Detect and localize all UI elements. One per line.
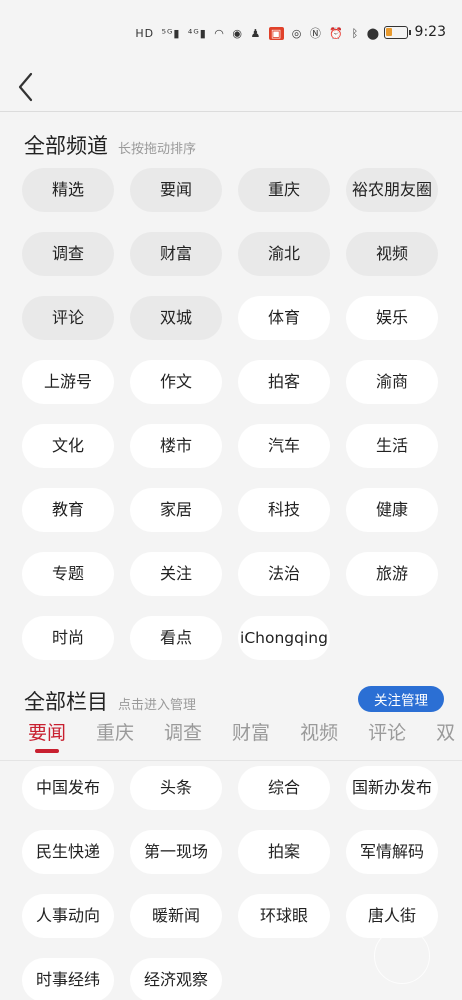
floating-action-button[interactable]: [374, 928, 430, 984]
channel-chip[interactable]: 关注: [130, 552, 222, 596]
column-chip[interactable]: 人事动向: [22, 894, 114, 938]
channel-chip[interactable]: 科技: [238, 488, 330, 532]
channel-chip[interactable]: 教育: [22, 488, 114, 532]
column-chip[interactable]: 军情解码: [346, 830, 438, 874]
column-chip[interactable]: 民生快递: [22, 830, 114, 874]
channel-chip[interactable]: 双城: [130, 296, 222, 340]
location-icon: ⬤: [366, 27, 380, 40]
wifi-icon: ◠: [214, 27, 225, 40]
channel-chip[interactable]: 家居: [130, 488, 222, 532]
column-chip[interactable]: 综合: [238, 766, 330, 810]
hd-icon: HD: [135, 27, 155, 40]
column-tab[interactable]: 财富: [232, 718, 270, 758]
tab-divider: [0, 760, 462, 761]
channel-chip[interactable]: 拍客: [238, 360, 330, 404]
column-tab[interactable]: 视频: [300, 718, 338, 758]
channel-chip[interactable]: 重庆: [238, 168, 330, 212]
channel-chip[interactable]: 旅游: [346, 552, 438, 596]
column-chip[interactable]: 拍案: [238, 830, 330, 874]
channels-title: 全部频道: [24, 134, 108, 158]
column-tab[interactable]: 要闻: [28, 718, 66, 758]
columns-hint: 点击进入管理: [118, 698, 197, 713]
channel-chip[interactable]: 健康: [346, 488, 438, 532]
columns-title: 全部栏目: [24, 690, 108, 714]
channel-chip[interactable]: 汽车: [238, 424, 330, 468]
channel-chip[interactable]: 娱乐: [346, 296, 438, 340]
column-tab[interactable]: 重庆: [96, 718, 134, 758]
alarm-icon: ⏰: [329, 27, 345, 40]
channel-chip[interactable]: 财富: [130, 232, 222, 276]
channel-chip[interactable]: 渝北: [238, 232, 330, 276]
channel-chip[interactable]: 上游号: [22, 360, 114, 404]
app-badge-icon: ▣: [268, 27, 285, 40]
channel-chip[interactable]: 要闻: [130, 168, 222, 212]
status-indicators: HD ⁵ᴳ▮ ⁴ᴳ▮ ◠ ◉ ♟ ▣ ◎ Ⓝ ⏰ ᛒ ⬤: [132, 25, 380, 41]
column-chip[interactable]: 国新办发布: [346, 766, 438, 810]
app-notification-icon: ◉: [232, 27, 243, 40]
columns-header: 全部栏目 点击进入管理: [24, 686, 196, 716]
channel-chip[interactable]: 生活: [346, 424, 438, 468]
channel-chip[interactable]: 渝商: [346, 360, 438, 404]
channel-chip[interactable]: iChongqing: [238, 616, 330, 660]
signal-5g-icon: ⁵ᴳ▮: [161, 27, 181, 40]
column-chip[interactable]: 环球眼: [238, 894, 330, 938]
column-chip[interactable]: 头条: [130, 766, 222, 810]
channel-chip[interactable]: 楼市: [130, 424, 222, 468]
eye-icon: ◎: [291, 27, 303, 40]
status-bar: HD ⁵ᴳ▮ ⁴ᴳ▮ ◠ ◉ ♟ ▣ ◎ Ⓝ ⏰ ᛒ ⬤ 9:23: [0, 0, 462, 66]
column-tab[interactable]: 双: [436, 718, 455, 758]
channel-chip[interactable]: 看点: [130, 616, 222, 660]
column-chip[interactable]: 暖新闻: [130, 894, 222, 938]
channel-chip[interactable]: 专题: [22, 552, 114, 596]
battery-icon: [384, 26, 411, 39]
channel-chip[interactable]: 作文: [130, 360, 222, 404]
top-bar: [0, 66, 462, 112]
channel-chip[interactable]: 视频: [346, 232, 438, 276]
channel-chip[interactable]: 调查: [22, 232, 114, 276]
qq-icon: ♟: [250, 27, 262, 40]
column-chip[interactable]: 时事经纬: [22, 958, 114, 1000]
column-chip[interactable]: 中国发布: [22, 766, 114, 810]
channel-chip[interactable]: 文化: [22, 424, 114, 468]
channel-chip[interactable]: 法治: [238, 552, 330, 596]
bluetooth-icon: ᛒ: [351, 27, 360, 40]
channel-chip[interactable]: 裕农朋友圈: [346, 168, 438, 212]
nfc-icon: Ⓝ: [309, 27, 322, 40]
column-chip[interactable]: 经济观察: [130, 958, 222, 1000]
channels-header: 全部频道 长按拖动排序: [24, 130, 196, 160]
column-tab[interactable]: 调查: [164, 718, 202, 758]
channel-chip[interactable]: 评论: [22, 296, 114, 340]
manage-follow-button[interactable]: 关注管理: [358, 686, 444, 712]
back-button[interactable]: [12, 70, 40, 104]
column-chip[interactable]: 第一现场: [130, 830, 222, 874]
channel-grid: 精选 要闻 重庆 裕农朋友圈调查 财富 渝北 视频评论 双城 体育 娱乐上游号 作文 拍客 渝商文化 楼市…: [22, 168, 442, 660]
status-time: 9:23: [414, 24, 446, 40]
chevron-left-icon: [18, 72, 33, 102]
channel-chip[interactable]: 时尚: [22, 616, 114, 660]
column-tabs: 要闻 重庆 调查 财富 视频 评论双: [28, 718, 462, 758]
column-tab[interactable]: 评论: [368, 718, 406, 758]
channel-chip[interactable]: 精选: [22, 168, 114, 212]
channel-chip[interactable]: 体育: [238, 296, 330, 340]
channels-hint: 长按拖动排序: [118, 142, 197, 157]
signal-4g-icon: ⁴ᴳ▮: [187, 27, 207, 40]
